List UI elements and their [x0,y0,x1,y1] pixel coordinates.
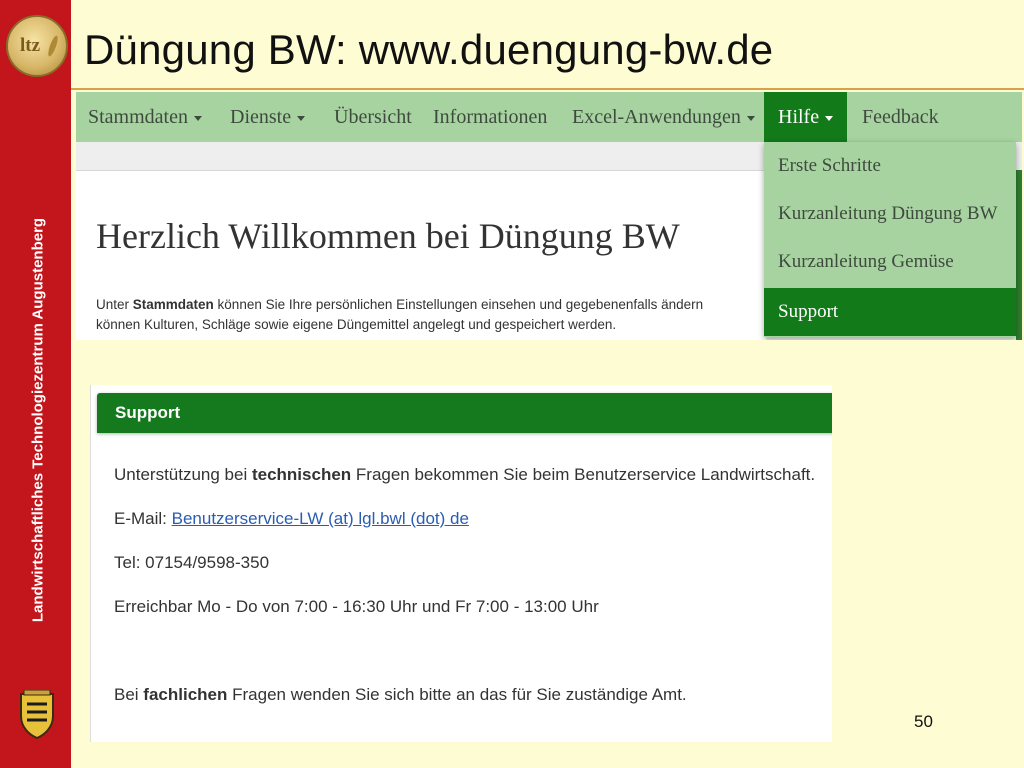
page-number: 50 [914,712,933,731]
wheat-icon [46,34,60,58]
caret-down-icon [193,115,202,121]
ltz-logo: ltz [6,15,68,77]
intro-bold: Stammdaten [132,297,214,312]
nav-label: Dienste [230,106,292,128]
institution-name: Landwirtschaftliches Technologiezentrum … [29,217,47,623]
intro-text: Unter [96,297,133,312]
hilfe-dropdown-menu: Erste Schritte Kurzanleitung Düngung BW … [764,142,1016,337]
support-technical-line: Unterstützung bei technischen Fragen bek… [114,465,815,485]
support-bold: fachlichen [143,685,228,704]
website-screenshot-menu: Stammdaten Dienste Übersicht Information… [76,92,1022,340]
title-divider [71,88,1024,90]
website-screenshot-support: Support Unterstützung bei technischen Fr… [90,385,832,742]
email-link[interactable]: Benutzerservice-LW (at) lgl.bwl (dot) de [172,509,469,528]
nav-label: Excel-Anwendungen [572,106,741,128]
menu-item-kurzanleitung-duengung[interactable]: Kurzanleitung Düngung BW [764,190,1016,238]
nav-label: Informationen [433,106,548,128]
support-email-line: E-Mail: Benutzerservice-LW (at) lgl.bwl … [114,509,469,529]
background-strip [1016,170,1022,340]
caret-down-icon [297,115,306,121]
caret-down-icon [825,115,834,121]
menu-item-erste-schritte[interactable]: Erste Schritte [764,142,1016,190]
menu-item-kurzanleitung-gemuese[interactable]: Kurzanleitung Gemüse [764,238,1016,286]
nav-label: Übersicht [334,106,412,128]
nav-stammdaten[interactable]: Stammdaten [88,92,202,142]
welcome-intro: Unter Stammdaten können Sie Ihre persönl… [96,295,766,335]
support-panel-title: Support [115,403,181,422]
support-text: Fragen wenden Sie sich bitte an das für … [227,685,687,704]
support-phone: Tel: 07154/9598-350 [114,553,270,572]
support-hours: Erreichbar Mo - Do von 7:00 - 16:30 Uhr … [114,597,599,616]
welcome-content: Herzlich Willkommen bei Düngung BW Unter… [76,170,766,340]
logo-text: ltz [20,35,41,56]
slide-title: Düngung BW: www.duengung-bw.de [84,26,774,73]
nav-excel-anwendungen[interactable]: Excel-Anwendungen [572,92,755,142]
nav-label: Stammdaten [88,106,188,128]
coat-of-arms-icon [20,690,54,740]
nav-label: Feedback [862,106,939,128]
nav-uebersicht[interactable]: Übersicht [334,92,412,142]
support-fachlich-line: Bei fachlichen Fragen wenden Sie sich bi… [114,685,687,705]
email-label: E-Mail: [114,509,172,528]
caret-down-icon [746,115,755,121]
welcome-heading: Herzlich Willkommen bei Düngung BW [96,216,680,256]
nav-informationen[interactable]: Informationen [433,92,547,142]
support-text: Unterstützung bei [114,465,252,484]
nav-label: Hilfe [778,106,820,128]
support-text: Fragen bekommen Sie beim Benutzerservice… [351,465,816,484]
intro-text-line2: können Kulturen, Schläge sowie eigene Dü… [96,317,617,332]
nav-dienste[interactable]: Dienste [230,92,306,142]
intro-text: können Sie Ihre persönlichen Einstellung… [213,297,704,312]
support-text: Bei [114,685,144,704]
support-panel-header: Support [97,393,832,433]
navbar: Stammdaten Dienste Übersicht Information… [76,92,1022,142]
nav-hilfe[interactable]: Hilfe [764,92,848,142]
menu-item-support[interactable]: Support [764,288,1016,336]
support-bold: technischen [251,465,352,484]
nav-feedback[interactable]: Feedback [862,92,939,142]
